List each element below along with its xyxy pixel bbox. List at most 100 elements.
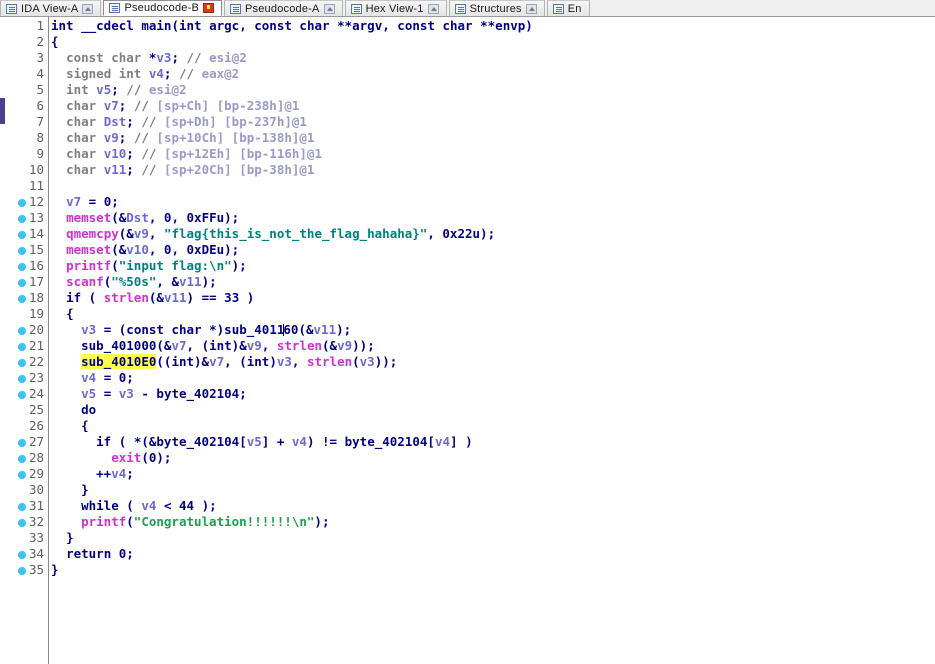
line-number[interactable]: 30 (7, 482, 48, 498)
line-number[interactable]: 3 (7, 50, 48, 66)
maximize-icon[interactable] (82, 3, 94, 14)
breakpoint-dot-icon[interactable] (18, 263, 26, 271)
breakpoint-dot-icon[interactable] (18, 231, 26, 239)
breakpoint-dot-icon[interactable] (18, 375, 26, 383)
code-line[interactable]: v7 = 0; (49, 194, 935, 210)
code-line[interactable]: scanf("%50s", &v11); (49, 274, 935, 290)
code-line[interactable]: if ( *(&byte_402104[v5] + v4) != byte_40… (49, 434, 935, 450)
line-number[interactable]: 25 (7, 402, 48, 418)
code-line[interactable] (49, 178, 935, 194)
line-number[interactable]: 18 (7, 290, 48, 306)
code-line[interactable]: return 0; (49, 546, 935, 562)
breakpoint-dot-icon[interactable] (18, 327, 26, 335)
code-line[interactable]: printf("Congratulation!!!!!!\n"); (49, 514, 935, 530)
maximize-icon[interactable] (427, 3, 439, 14)
code-line[interactable]: { (49, 306, 935, 322)
line-number[interactable]: 33 (7, 530, 48, 546)
line-number[interactable]: 20 (7, 322, 48, 338)
breakpoint-dot-icon[interactable] (18, 343, 26, 351)
breakpoint-dot-icon[interactable] (18, 215, 26, 223)
code-line[interactable]: do (49, 402, 935, 418)
code-line[interactable]: signed int v4; // eax@2 (49, 66, 935, 82)
line-number[interactable]: 19 (7, 306, 48, 322)
line-number[interactable]: 14 (7, 226, 48, 242)
highlighted-symbol[interactable]: sub_4010E0 (81, 354, 157, 369)
line-number[interactable]: 12 (7, 194, 48, 210)
line-number[interactable]: 34 (7, 546, 48, 562)
breakpoint-dot-icon[interactable] (18, 503, 26, 511)
code-line[interactable]: const char *v3; // esi@2 (49, 50, 935, 66)
code-line[interactable]: v5 = v3 - byte_402104; (49, 386, 935, 402)
breakpoint-dot-icon[interactable] (18, 199, 26, 207)
tab-ida-view-a[interactable]: IDA View-A (0, 0, 102, 16)
code-line[interactable]: int v5; // esi@2 (49, 82, 935, 98)
breakpoint-dot-icon[interactable] (18, 551, 26, 559)
line-number[interactable]: 24 (7, 386, 48, 402)
line-number[interactable]: 16 (7, 258, 48, 274)
code-line[interactable]: printf("input flag:\n"); (49, 258, 935, 274)
line-number[interactable]: 15 (7, 242, 48, 258)
line-number[interactable]: 32 (7, 514, 48, 530)
alert-icon[interactable] (203, 3, 214, 13)
code-line[interactable]: sub_401000(&v7, (int)&v9, strlen(&v9)); (49, 338, 935, 354)
line-number-gutter[interactable]: 1 2 3 4 5 6 7 8 9 10 11 12 13 14 15 16 17 18 19 20 21 22 23 24 2… (7, 17, 49, 664)
line-number[interactable]: 8 (7, 130, 48, 146)
line-number[interactable]: 27 (7, 434, 48, 450)
breakpoint-dot-icon[interactable] (18, 295, 26, 303)
code-line[interactable]: char Dst; // [sp+Dh] [bp-237h]@1 (49, 114, 935, 130)
tab-enums[interactable]: En (546, 0, 590, 16)
code-line[interactable]: } (49, 482, 935, 498)
breakpoint-dot-icon[interactable] (18, 519, 26, 527)
line-number[interactable]: 17 (7, 274, 48, 290)
breakpoint-dot-icon[interactable] (18, 439, 26, 447)
code-line[interactable]: memset(&v10, 0, 0xDEu); (49, 242, 935, 258)
code-line[interactable]: ++v4; (49, 466, 935, 482)
line-number[interactable]: 22 (7, 354, 48, 370)
line-number[interactable]: 1 (7, 18, 48, 34)
line-number[interactable]: 13 (7, 210, 48, 226)
breakpoint-dot-icon[interactable] (18, 455, 26, 463)
code-line[interactable]: v3 = (const char *)sub_401160(&v11); (49, 322, 935, 338)
code-line[interactable]: } (49, 562, 935, 578)
line-number[interactable]: 9 (7, 146, 48, 162)
code-line[interactable]: sub_4010E0((int)&v7, (int)v3, strlen(v3)… (49, 354, 935, 370)
code-line[interactable]: while ( v4 < 44 ); (49, 498, 935, 514)
code-line[interactable]: } (49, 530, 935, 546)
code-line[interactable]: char v11; // [sp+20Ch] [bp-38h]@1 (49, 162, 935, 178)
code-line[interactable]: v4 = 0; (49, 370, 935, 386)
tab-pseudocode-b[interactable]: Pseudocode-B (103, 0, 222, 16)
line-number[interactable]: 26 (7, 418, 48, 434)
line-number[interactable]: 35 (7, 562, 48, 578)
maximize-icon[interactable] (525, 3, 537, 14)
code-line[interactable]: if ( strlen(&v11) == 33 ) (49, 290, 935, 306)
code-line[interactable]: memset(&Dst, 0, 0xFFu); (49, 210, 935, 226)
line-number[interactable]: 4 (7, 66, 48, 82)
line-number[interactable]: 31 (7, 498, 48, 514)
maximize-icon[interactable] (323, 3, 335, 14)
tab-structures[interactable]: Structures (448, 0, 545, 16)
code-area[interactable]: int __cdecl main(int argc, const char **… (49, 17, 935, 664)
breakpoint-dot-icon[interactable] (18, 247, 26, 255)
line-number[interactable]: 21 (7, 338, 48, 354)
line-number[interactable]: 28 (7, 450, 48, 466)
code-line[interactable]: int __cdecl main(int argc, const char **… (49, 18, 935, 34)
code-line[interactable]: { (49, 418, 935, 434)
line-number[interactable]: 6 (7, 98, 48, 114)
code-line[interactable]: { (49, 34, 935, 50)
line-number[interactable]: 7 (7, 114, 48, 130)
line-number[interactable]: 10 (7, 162, 48, 178)
code-line[interactable]: char v7; // [sp+Ch] [bp-238h]@1 (49, 98, 935, 114)
tab-hex-view-1[interactable]: Hex View-1 (344, 0, 447, 16)
line-number[interactable]: 29 (7, 466, 48, 482)
line-number[interactable]: 2 (7, 34, 48, 50)
breakpoint-dot-icon[interactable] (18, 471, 26, 479)
line-number[interactable]: 5 (7, 82, 48, 98)
code-line[interactable]: char v10; // [sp+12Eh] [bp-116h]@1 (49, 146, 935, 162)
breakpoint-dot-icon[interactable] (18, 567, 26, 575)
tab-pseudocode-a[interactable]: Pseudocode-A (224, 0, 343, 16)
code-line[interactable]: qmemcpy(&v9, "flag{this_is_not_the_flag_… (49, 226, 935, 242)
code-line[interactable]: exit(0); (49, 450, 935, 466)
pseudocode-editor[interactable]: 1 2 3 4 5 6 7 8 9 10 11 12 13 14 15 16 17 18 19 20 21 22 23 24 2… (0, 17, 935, 664)
code-line[interactable]: char v9; // [sp+10Ch] [bp-138h]@1 (49, 130, 935, 146)
breakpoint-dot-icon[interactable] (18, 359, 26, 367)
